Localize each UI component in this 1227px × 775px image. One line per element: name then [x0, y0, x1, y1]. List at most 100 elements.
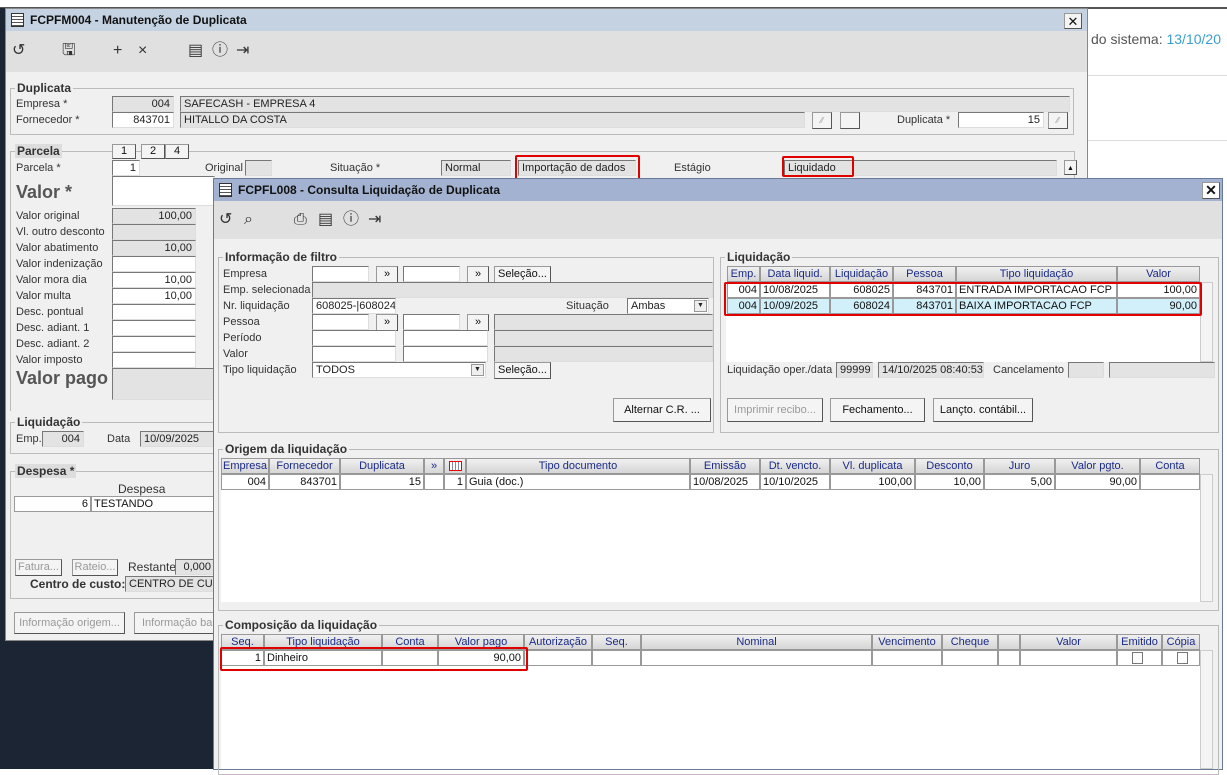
print-icon[interactable]: ⎙ [294, 211, 307, 229]
rateio-button[interactable]: Rateio... [72, 559, 118, 576]
fechamento-button[interactable]: Fechamento... [830, 398, 925, 422]
column-header[interactable]: Cheque [942, 634, 998, 650]
refresh-icon[interactable]: ↺ [219, 211, 232, 229]
column-header[interactable]: Conta [1140, 458, 1200, 474]
value-row-label: Desc. adiant. 2 [16, 338, 90, 350]
parcela-tab-2[interactable]: 2 [141, 144, 165, 159]
informacao-baixa-button[interactable]: Informação ba [134, 612, 214, 634]
scroll-up-button[interactable]: ▲ [1064, 160, 1077, 175]
column-header[interactable]: Vl. duplicata [830, 458, 915, 474]
periodo-from-field[interactable] [312, 330, 396, 346]
group-legend: Parcela [15, 144, 62, 158]
checkbox[interactable] [1177, 652, 1188, 664]
fornecedor-code-field[interactable]: 843701 [112, 112, 174, 128]
close-button[interactable]: ✕ [1202, 182, 1220, 199]
column-header[interactable]: Liquidação [830, 266, 893, 282]
help-icon[interactable]: ⓘ [212, 42, 228, 60]
tipo-selecao-button[interactable]: Seleção... [494, 362, 551, 379]
empresa-to-field[interactable] [403, 266, 460, 282]
value-row-field[interactable] [112, 320, 196, 336]
exit-icon[interactable]: ⇥ [368, 211, 381, 229]
situacao-select[interactable]: Ambas ▼ [627, 298, 709, 314]
column-header[interactable]: Emp. [727, 266, 760, 282]
checkbox[interactable] [1132, 652, 1143, 664]
valor-to-field[interactable] [403, 346, 488, 362]
search-icon[interactable]: ⌕ [244, 211, 253, 229]
scrollbar[interactable] [1200, 650, 1213, 769]
column-header[interactable]: Tipo documento [466, 458, 690, 474]
imprimir-recibo-button[interactable]: Imprimir recibo... [727, 398, 823, 422]
column-header[interactable]: Dt. vencto. [760, 458, 830, 474]
pessoa-from-lookup[interactable]: » [376, 314, 398, 331]
column-header[interactable]: Cópia [1162, 634, 1200, 650]
column-header[interactable]: Valor [1020, 634, 1117, 650]
calendar-icon[interactable] [444, 458, 466, 474]
calendar-icon[interactable]: ▤ [188, 42, 203, 60]
column-header[interactable]: Nominal [641, 634, 872, 650]
column-header[interactable]: Emitido [1117, 634, 1162, 650]
column-header[interactable]: Autorização [524, 634, 592, 650]
column-header[interactable]: Pessoa [893, 266, 956, 282]
parcela-tab-4[interactable]: 4 [165, 144, 189, 159]
pessoa-from-field[interactable] [312, 314, 369, 330]
informacao-origem-button[interactable]: Informação origem... [14, 612, 125, 634]
table-cell [942, 650, 998, 666]
column-header[interactable] [998, 634, 1020, 650]
duplicata-lookup-button[interactable]: ⁄⁄ [1048, 112, 1068, 129]
save-icon[interactable]: 🖫 [62, 42, 76, 60]
exit-icon[interactable]: ⇥ [236, 42, 249, 60]
scrollbar[interactable] [1200, 474, 1213, 602]
column-header[interactable]: Seq. [592, 634, 641, 650]
empresa-from-field[interactable] [312, 266, 369, 282]
despesa-name-cell[interactable]: TESTANDO [91, 496, 215, 512]
periodo-to-field[interactable] [403, 330, 488, 346]
empresa-from-lookup[interactable]: » [376, 266, 398, 283]
add-icon[interactable]: + [113, 42, 122, 60]
chevron-down-icon[interactable]: ▼ [694, 300, 707, 312]
column-header[interactable]: Desconto [915, 458, 984, 474]
lancto-contabil-button[interactable]: Lançto. contábil... [933, 398, 1033, 422]
column-header[interactable]: Emissão [690, 458, 760, 474]
column-header[interactable]: Tipo liquidação [956, 266, 1117, 282]
value-row-field[interactable] [112, 304, 196, 320]
value-row-field[interactable] [112, 256, 196, 272]
value-row-field[interactable] [112, 352, 196, 368]
parcela-tab-1[interactable]: 1 [112, 144, 136, 159]
parcela-field[interactable]: 1 [112, 160, 140, 176]
valor-from-field[interactable] [312, 346, 396, 362]
help-icon[interactable]: ⓘ [343, 211, 359, 229]
fatura-button[interactable]: Fatura... [15, 559, 62, 576]
value-row-field[interactable] [112, 336, 196, 352]
refresh-icon[interactable]: ↺ [12, 42, 25, 60]
value-row-field[interactable]: 10,00 [112, 288, 196, 304]
value-row-field[interactable]: 10,00 [112, 272, 196, 288]
calendar-icon[interactable]: ▤ [318, 211, 333, 229]
chevron-down-icon[interactable]: ▼ [471, 364, 484, 376]
despesa-code-cell[interactable]: 6 [14, 496, 91, 512]
situacao-value: Ambas [631, 300, 666, 312]
pessoa-to-field[interactable] [403, 314, 460, 330]
value-row-label: Desc. adiant. 1 [16, 322, 90, 334]
parcela-label: Parcela * [16, 162, 61, 174]
column-header[interactable]: Vencimento [872, 634, 942, 650]
column-header[interactable]: Valor pgto. [1055, 458, 1140, 474]
tipo-liquidacao-select[interactable]: TODOS ▼ [312, 362, 486, 378]
column-header[interactable]: Duplicata [340, 458, 424, 474]
lookup-button[interactable]: ⁄⁄ [812, 112, 832, 129]
column-header[interactable]: Data liquid. [760, 266, 830, 282]
blank-button[interactable] [840, 112, 860, 129]
close-button[interactable]: ✕ [1064, 13, 1082, 29]
column-header[interactable]: » [424, 458, 444, 474]
delete-icon[interactable]: × [138, 42, 147, 60]
column-header[interactable]: Fornecedor [269, 458, 340, 474]
duplicata-field[interactable]: 15 [958, 112, 1044, 128]
alternar-cr-button[interactable]: Alternar C.R. ... [613, 398, 711, 422]
pessoa-to-lookup[interactable]: » [467, 314, 489, 331]
empresa-to-lookup[interactable]: » [467, 266, 489, 283]
nr-liquidacao-field[interactable]: 608025-|608024 [312, 298, 396, 314]
column-header[interactable]: Juro [984, 458, 1055, 474]
valor-field[interactable] [112, 176, 215, 206]
empresa-selecao-button[interactable]: Seleção... [494, 266, 551, 283]
column-header[interactable]: Valor [1117, 266, 1200, 282]
column-header[interactable]: Empresa [221, 458, 269, 474]
